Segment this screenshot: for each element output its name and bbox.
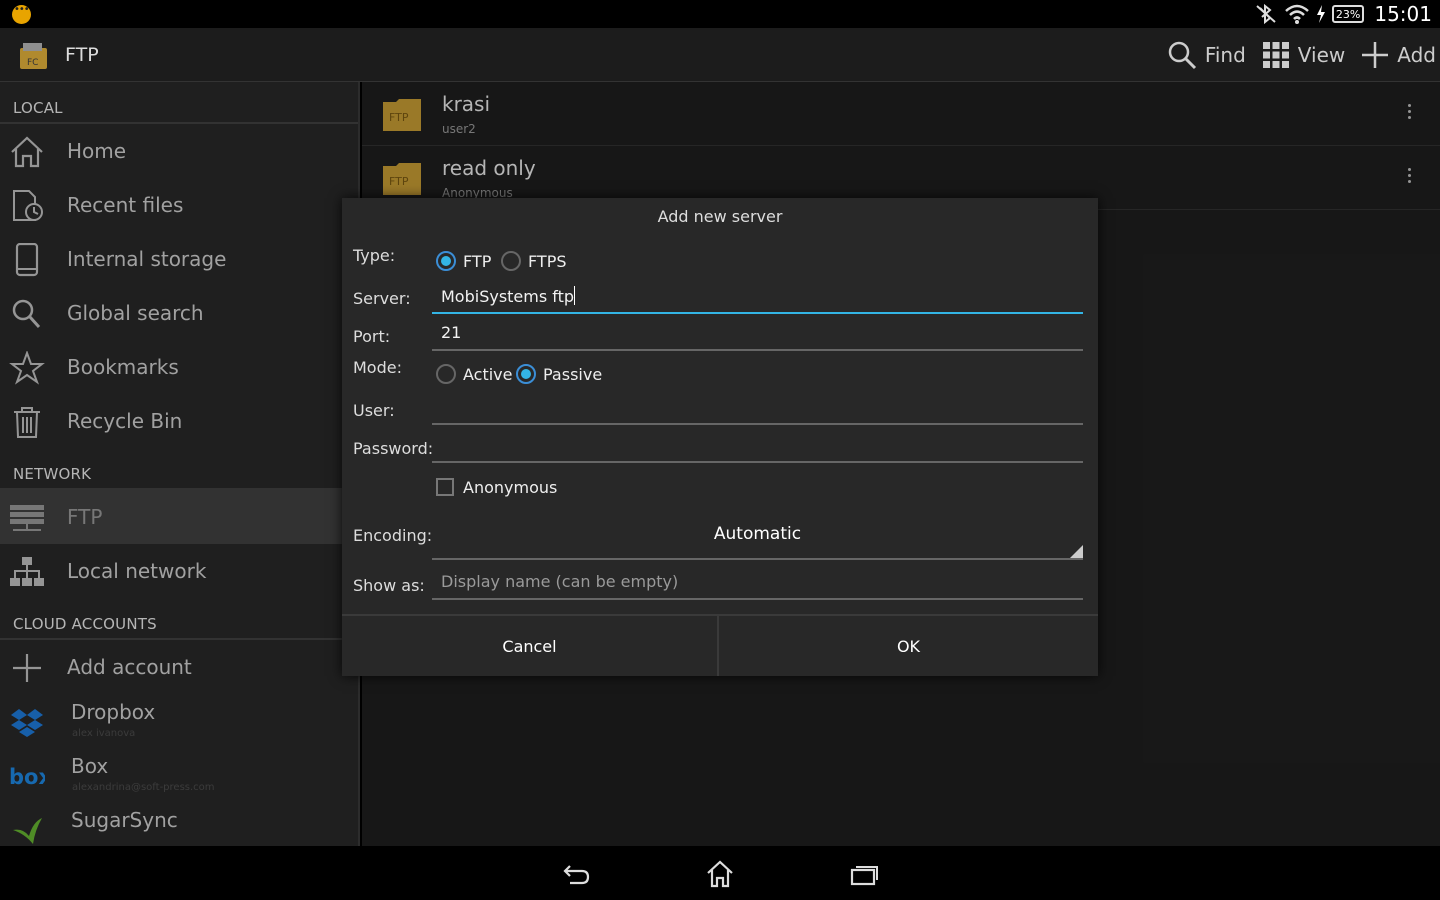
mode-passive-label: Passive <box>543 365 603 384</box>
server-value: MobiSystems ftp <box>441 287 575 306</box>
show-as-placeholder: Display name (can be empty) <box>441 572 679 591</box>
password-label: Password: <box>353 439 434 458</box>
plus-icon <box>1362 42 1389 68</box>
port-input[interactable]: 21 <box>432 315 1083 351</box>
ok-button[interactable]: OK <box>720 616 1097 676</box>
svg-text:FC: FC <box>27 58 38 68</box>
bluetooth-off-icon <box>1256 3 1276 25</box>
password-input[interactable] <box>432 427 1083 463</box>
show-as-input[interactable]: Display name (can be empty) <box>432 564 1083 600</box>
port-label: Port: <box>353 327 391 346</box>
dialog-title: Add new server <box>657 207 783 226</box>
home-icon[interactable] <box>705 860 735 888</box>
find-label: Find <box>1204 43 1246 67</box>
dropdown-arrow-icon <box>1070 545 1083 558</box>
view-label: View <box>1297 43 1346 67</box>
mode-active-radio[interactable] <box>436 364 456 384</box>
status-icons: 23% 15:01 <box>1254 0 1432 28</box>
mode-active-label: Active <box>463 365 513 384</box>
toolbar-actions: Find View Add <box>1151 28 1436 82</box>
show-as-label: Show as: <box>353 576 425 595</box>
system-navigation-bar <box>0 846 1440 900</box>
port-value: 21 <box>441 323 462 342</box>
clock: 15:01 <box>1374 2 1432 26</box>
cancel-button[interactable]: Cancel <box>342 616 719 676</box>
add-server-dialog: Add new server Type: FTP FTPS Server: Mo… <box>342 198 1098 676</box>
type-label: Type: <box>353 246 396 265</box>
text-caret <box>574 286 576 305</box>
server-label: Server: <box>353 289 411 308</box>
type-ftps-label: FTPS <box>528 252 567 271</box>
find-button[interactable]: Find <box>1167 40 1246 70</box>
encoding-dropdown[interactable]: Automatic <box>432 516 1083 560</box>
file-commander-app-icon[interactable]: FC <box>19 42 48 70</box>
anonymous-label: Anonymous <box>463 478 558 497</box>
encoding-value: Automatic <box>713 524 802 544</box>
add-label: Add <box>1397 43 1436 67</box>
notification-icon <box>12 4 31 24</box>
dialog-button-bar: Cancel OK <box>342 614 1098 676</box>
type-ftps-radio[interactable] <box>501 251 521 271</box>
page-title: FTP <box>65 44 99 66</box>
mode-label: Mode: <box>353 358 402 377</box>
wifi-icon <box>1285 4 1309 24</box>
type-ftp-radio[interactable] <box>436 251 456 271</box>
mode-passive-radio[interactable] <box>516 364 536 384</box>
type-ftp-label: FTP <box>463 252 492 271</box>
user-input[interactable] <box>432 389 1083 425</box>
encoding-label: Encoding: <box>353 526 433 545</box>
user-label: User: <box>353 401 395 420</box>
search-icon <box>1168 41 1196 70</box>
back-icon[interactable] <box>562 860 592 888</box>
grid-view-icon <box>1262 42 1289 68</box>
recent-apps-icon[interactable] <box>849 860 879 888</box>
anonymous-checkbox[interactable] <box>436 478 454 496</box>
action-bar: FC FTP Find View Add <box>0 28 1440 82</box>
status-bar: 23% 15:01 <box>0 0 1440 28</box>
view-button[interactable]: View <box>1262 41 1345 69</box>
charging-icon <box>1316 5 1325 23</box>
battery-level: 23% <box>1331 5 1365 23</box>
server-input[interactable]: MobiSystems ftp <box>432 278 1083 314</box>
add-button[interactable]: Add <box>1361 41 1436 69</box>
